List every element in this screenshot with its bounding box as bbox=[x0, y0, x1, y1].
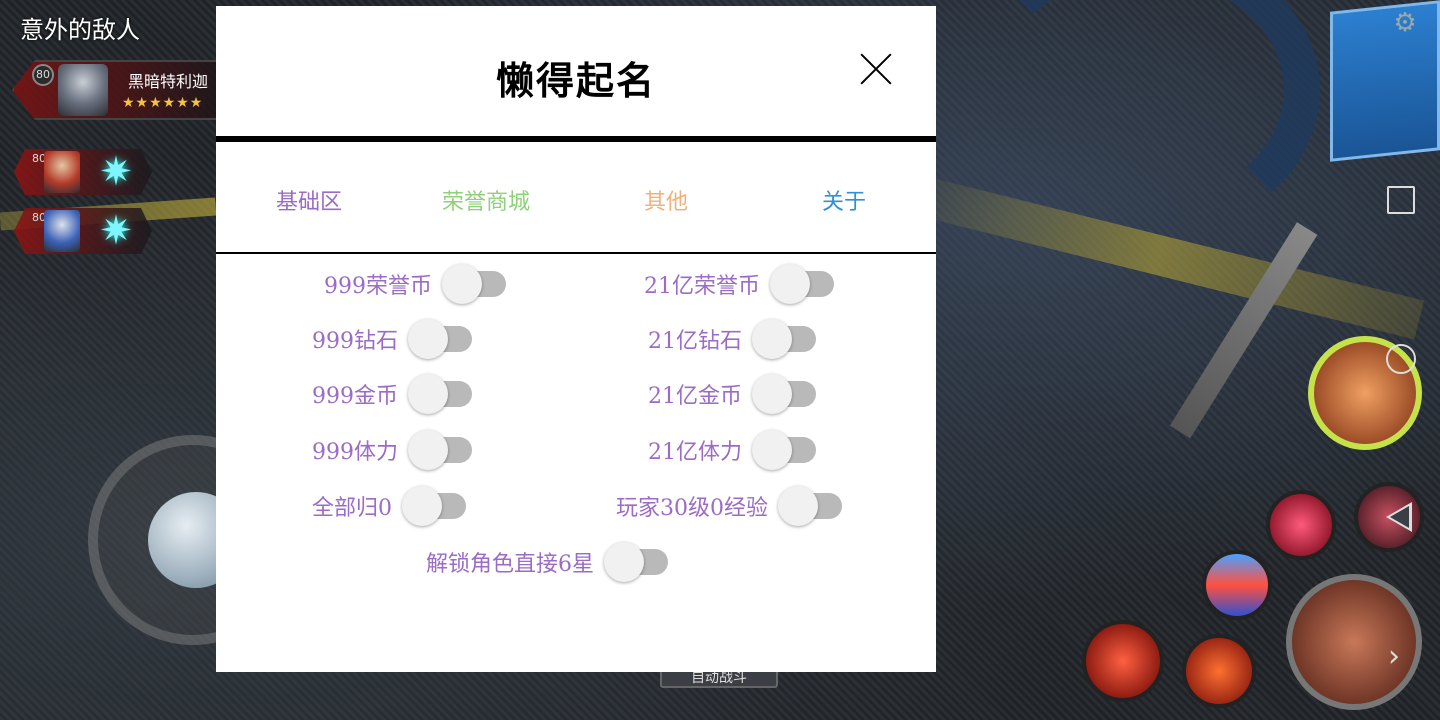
hero-level-badge: 80 bbox=[32, 64, 54, 86]
recent-apps-icon[interactable] bbox=[1387, 186, 1415, 214]
switch-knob bbox=[408, 374, 448, 414]
toggle-switch[interactable] bbox=[752, 430, 818, 470]
skill-button[interactable] bbox=[1266, 490, 1336, 560]
skill-star-icon[interactable]: ✷ bbox=[94, 150, 138, 194]
menu-title: 懒得起名 bbox=[495, 58, 656, 103]
switch-knob bbox=[752, 430, 792, 470]
divider bbox=[216, 252, 936, 254]
option-row: 21亿钻石 bbox=[648, 319, 818, 359]
toggle-switch[interactable] bbox=[752, 374, 818, 414]
skill-button[interactable] bbox=[1202, 550, 1272, 620]
toggle-switch[interactable] bbox=[408, 374, 474, 414]
menu-header: 懒得起名 bbox=[216, 6, 936, 136]
tab-bar: 基础区 荣誉商城 其他 关于 bbox=[216, 142, 936, 252]
option-label: 999荣誉币 bbox=[324, 274, 432, 299]
tab-other[interactable]: 其他 bbox=[644, 184, 688, 216]
option-label: 解锁角色直接6星 bbox=[426, 552, 594, 577]
toggle-switch[interactable] bbox=[408, 319, 474, 359]
switch-knob bbox=[778, 486, 818, 526]
switch-knob bbox=[408, 430, 448, 470]
switch-knob bbox=[604, 542, 644, 582]
chevron-right-icon[interactable]: › bbox=[1388, 642, 1400, 672]
toggle-switch[interactable] bbox=[442, 264, 508, 304]
option-row: 999钻石 bbox=[312, 319, 474, 359]
option-row: 玩家30级0经验 bbox=[616, 486, 844, 526]
switch-knob bbox=[752, 374, 792, 414]
option-label: 全部归0 bbox=[312, 496, 392, 521]
skill-button[interactable] bbox=[1182, 634, 1256, 708]
toggle-switch[interactable] bbox=[752, 319, 818, 359]
option-label: 999金币 bbox=[312, 384, 398, 409]
attack-button[interactable] bbox=[1286, 574, 1422, 710]
back-icon[interactable] bbox=[1386, 502, 1412, 532]
option-label: 999钻石 bbox=[312, 329, 398, 354]
option-row: 21亿金币 bbox=[648, 374, 818, 414]
ally-portrait bbox=[44, 210, 80, 252]
toggle-switch[interactable] bbox=[604, 542, 670, 582]
option-label: 21亿钻石 bbox=[648, 329, 742, 354]
option-label: 玩家30级0经验 bbox=[616, 496, 768, 521]
toggle-switch[interactable] bbox=[778, 486, 844, 526]
skill-star-icon[interactable]: ✷ bbox=[94, 209, 138, 253]
option-row: 全部归0 bbox=[312, 486, 468, 526]
hero-portrait bbox=[58, 64, 108, 116]
switch-knob bbox=[408, 319, 448, 359]
hero-stars: ★★★★★★ bbox=[122, 95, 204, 111]
skill-button[interactable] bbox=[1082, 620, 1164, 702]
tab-honor-shop[interactable]: 荣誉商城 bbox=[442, 184, 530, 216]
option-label: 21亿荣誉币 bbox=[644, 274, 760, 299]
level-name: 意外的敌人 bbox=[20, 16, 140, 44]
toggle-switch[interactable] bbox=[770, 264, 836, 304]
option-row: 解锁角色直接6星 bbox=[426, 542, 670, 582]
switch-knob bbox=[752, 319, 792, 359]
home-icon[interactable] bbox=[1386, 344, 1416, 374]
option-label: 21亿金币 bbox=[648, 384, 742, 409]
option-label: 999体力 bbox=[312, 440, 398, 465]
tab-about[interactable]: 关于 bbox=[822, 184, 866, 216]
switch-knob bbox=[402, 486, 442, 526]
switch-knob bbox=[770, 264, 810, 304]
switch-knob bbox=[442, 264, 482, 304]
option-label: 21亿体力 bbox=[648, 440, 742, 465]
option-row: 999体力 bbox=[312, 430, 474, 470]
option-row: 21亿体力 bbox=[648, 430, 818, 470]
gear-icon[interactable]: ⚙ bbox=[1392, 10, 1418, 36]
scene-screen bbox=[1330, 0, 1440, 162]
ally-portrait bbox=[44, 151, 80, 193]
tab-basic[interactable]: 基础区 bbox=[276, 184, 342, 216]
option-row: 999金币 bbox=[312, 374, 474, 414]
option-row: 999荣誉币 bbox=[324, 264, 508, 304]
option-row: 21亿荣誉币 bbox=[644, 264, 836, 304]
close-icon[interactable] bbox=[856, 50, 896, 90]
mod-menu-panel: 懒得起名 基础区 荣誉商城 其他 关于 999荣誉币 21亿荣誉币 999钻石 … bbox=[216, 6, 936, 672]
hero-name: 黑暗特利迦 bbox=[128, 72, 209, 91]
toggle-switch[interactable] bbox=[408, 430, 474, 470]
toggle-switch[interactable] bbox=[402, 486, 468, 526]
